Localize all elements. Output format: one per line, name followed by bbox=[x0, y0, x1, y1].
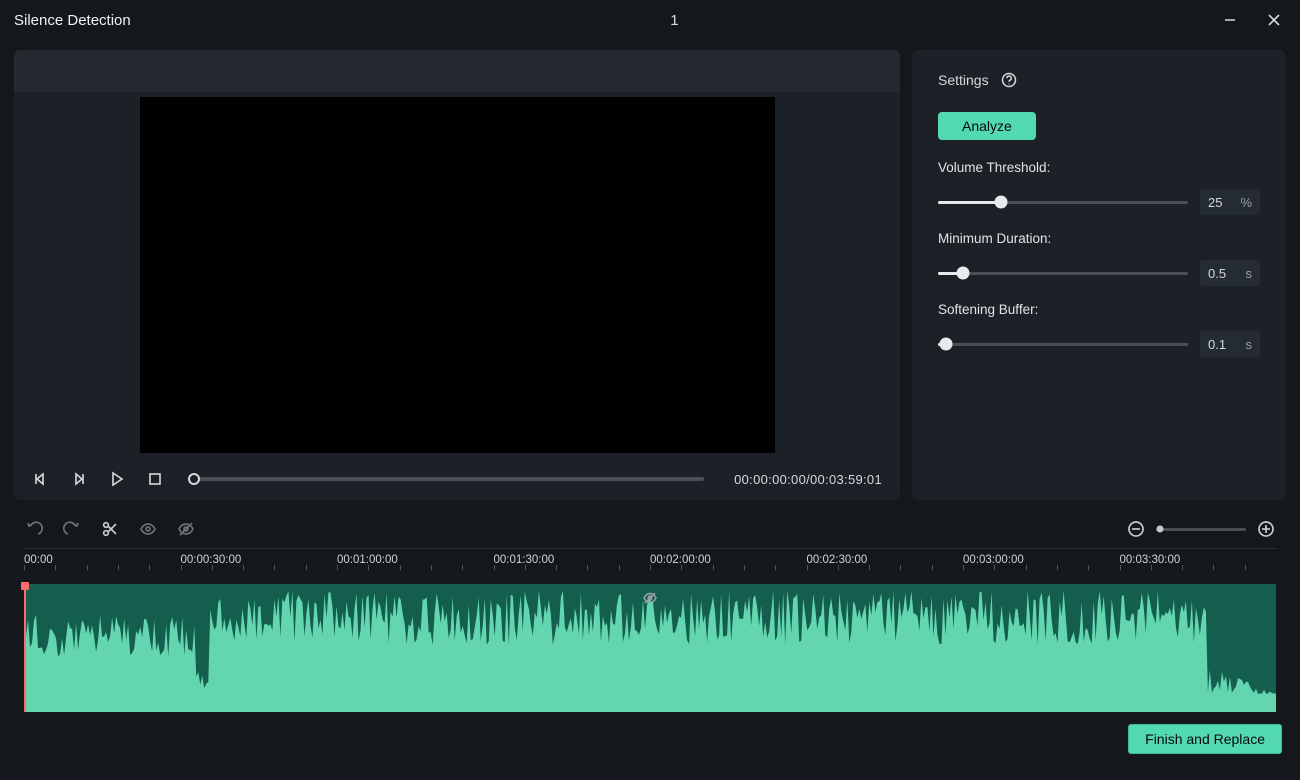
play-icon bbox=[109, 471, 125, 487]
minimize-icon bbox=[1223, 13, 1237, 27]
close-button[interactable] bbox=[1262, 8, 1286, 32]
title-bar: Silence Detection 1 bbox=[0, 0, 1300, 40]
playhead[interactable] bbox=[24, 584, 26, 712]
analyze-button[interactable]: Analyze bbox=[938, 112, 1036, 140]
eye-icon bbox=[139, 520, 157, 538]
minimize-button[interactable] bbox=[1218, 8, 1242, 32]
finish-replace-button[interactable]: Finish and Replace bbox=[1128, 724, 1282, 754]
next-frame-icon bbox=[71, 471, 87, 487]
timeline-toolbar bbox=[14, 510, 1286, 548]
stop-icon bbox=[147, 471, 163, 487]
minimum-duration-slider[interactable] bbox=[938, 272, 1188, 275]
ruler-label: 00:00 bbox=[24, 554, 53, 566]
softening-buffer-slider[interactable] bbox=[938, 343, 1188, 346]
undo-icon bbox=[25, 520, 43, 538]
hide-button[interactable] bbox=[176, 519, 196, 539]
clip-visibility-icon[interactable] bbox=[642, 590, 658, 606]
softening-buffer-group: Softening Buffer: 0.1 s bbox=[938, 302, 1260, 357]
stop-button[interactable] bbox=[146, 470, 164, 488]
preview-panel: 00:00:00:00/00:03:59:01 bbox=[14, 50, 900, 500]
minimum-duration-group: Minimum Duration: 0.5 s bbox=[938, 231, 1260, 286]
playback-controls: 00:00:00:00/00:03:59:01 bbox=[14, 458, 900, 500]
softening-buffer-value[interactable]: 0.1 s bbox=[1200, 331, 1260, 357]
zoom-out-button[interactable] bbox=[1126, 519, 1146, 539]
preview-header-bar bbox=[14, 50, 900, 92]
zoom-out-icon bbox=[1127, 520, 1145, 538]
volume-threshold-label: Volume Threshold: bbox=[938, 160, 1260, 175]
minimum-duration-label: Minimum Duration: bbox=[938, 231, 1260, 246]
timeline-panel: 00:0000:00:30:0000:01:00:0000:01:30:0000… bbox=[14, 510, 1286, 766]
video-display[interactable] bbox=[140, 97, 775, 453]
eye-off-icon bbox=[642, 590, 658, 606]
volume-threshold-slider[interactable] bbox=[938, 201, 1188, 204]
settings-help-button[interactable] bbox=[1001, 72, 1017, 88]
redo-button[interactable] bbox=[62, 519, 82, 539]
scissors-icon bbox=[101, 520, 119, 538]
volume-threshold-group: Volume Threshold: 25 % bbox=[938, 160, 1260, 215]
cut-button[interactable] bbox=[100, 519, 120, 539]
time-ruler[interactable]: 00:0000:00:30:0000:01:00:0000:01:30:0000… bbox=[24, 548, 1276, 584]
window-title: Silence Detection bbox=[14, 12, 131, 29]
volume-threshold-value[interactable]: 25 % bbox=[1200, 189, 1260, 215]
settings-heading: Settings bbox=[938, 72, 989, 88]
document-name: 1 bbox=[131, 12, 1218, 29]
zoom-slider[interactable] bbox=[1156, 528, 1246, 531]
close-icon bbox=[1267, 13, 1281, 27]
next-frame-button[interactable] bbox=[70, 470, 88, 488]
help-icon bbox=[1001, 72, 1017, 88]
timecode-display: 00:00:00:00/00:03:59:01 bbox=[734, 472, 882, 487]
undo-button[interactable] bbox=[24, 519, 44, 539]
audio-clip[interactable] bbox=[24, 584, 1276, 712]
redo-icon bbox=[63, 520, 81, 538]
preview-area bbox=[14, 92, 900, 458]
playback-scrubber[interactable] bbox=[194, 477, 704, 481]
prev-frame-icon bbox=[33, 471, 49, 487]
scrubber-thumb[interactable] bbox=[188, 473, 200, 485]
settings-panel: Settings Analyze Volume Threshold: 25 % bbox=[912, 50, 1286, 500]
minimum-duration-value[interactable]: 0.5 s bbox=[1200, 260, 1260, 286]
softening-buffer-label: Softening Buffer: bbox=[938, 302, 1260, 317]
zoom-in-button[interactable] bbox=[1256, 519, 1276, 539]
eye-off-icon bbox=[177, 520, 195, 538]
zoom-in-icon bbox=[1257, 520, 1275, 538]
prev-frame-button[interactable] bbox=[32, 470, 50, 488]
show-button[interactable] bbox=[138, 519, 158, 539]
waveform-track[interactable] bbox=[24, 584, 1276, 712]
play-button[interactable] bbox=[108, 470, 126, 488]
